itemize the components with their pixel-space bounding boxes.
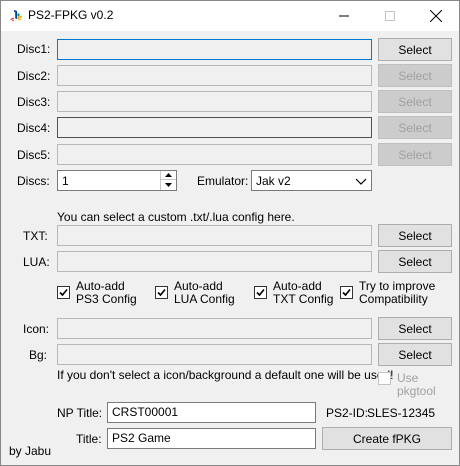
emulator-select[interactable]: Jak v2 — [251, 170, 372, 191]
discs-count-label: Discs: — [17, 174, 50, 188]
auto-add-lua-config-checkbox[interactable] — [155, 286, 168, 299]
stepper-down-button[interactable] — [161, 180, 176, 189]
auto-add-txt-config-line2: TXT Config — [273, 292, 334, 306]
close-button[interactable] — [413, 1, 459, 31]
maximize-icon — [385, 11, 395, 21]
title-field[interactable]: PS2 Game — [107, 428, 316, 449]
np-title-label: NP Title: — [57, 406, 103, 420]
icon-label: Icon: — [23, 322, 50, 336]
txt-label: TXT: — [23, 229, 48, 243]
improve-compatibility-line2: Compatibility — [359, 292, 428, 306]
disc5-label: Disc5: — [17, 148, 51, 162]
disc1-select-button[interactable]: Select — [378, 38, 452, 61]
ps2-id-label: PS2-ID: — [326, 406, 369, 420]
checkmark-icon — [256, 288, 265, 297]
icon-select-button[interactable]: Select — [378, 317, 452, 340]
disc1-field[interactable] — [57, 39, 372, 60]
emulator-selected-value: Jak v2 — [256, 174, 291, 188]
create-fpkg-button[interactable]: Create fPKG — [322, 427, 452, 450]
stepper-up-button[interactable] — [161, 171, 176, 180]
ps2-id-value: SLES-12345 — [367, 406, 436, 420]
auto-add-ps3-config-checkbox[interactable] — [57, 286, 70, 299]
auto-add-lua-config-line2: LUA Config — [174, 292, 235, 306]
playstation-logo-icon — [10, 10, 22, 22]
auto-add-ps3-config-label: Auto-add PS3 Config — [76, 280, 137, 306]
app-window: PS2-FPKG v0.2 Disc1: Select Disc2: Selec… — [0, 0, 460, 466]
bg-label: Bg: — [29, 348, 48, 362]
maximize-button[interactable] — [367, 1, 413, 31]
caret-down-icon — [165, 182, 172, 187]
main-form: Disc1: Select Disc2: Select Disc3: Selec… — [1, 31, 459, 465]
title-label: Title: — [76, 432, 102, 446]
icon-path-field[interactable] — [57, 318, 372, 339]
bg-select-button[interactable]: Select — [378, 343, 452, 366]
lua-select-button[interactable]: Select — [378, 250, 452, 273]
txt-config-field[interactable] — [57, 225, 372, 246]
discs-count-stepper[interactable]: 1 — [57, 170, 177, 191]
disc4-label: Disc4: — [17, 121, 51, 135]
disc2-field[interactable] — [57, 65, 372, 86]
checkmark-icon — [157, 288, 166, 297]
title-bar[interactable]: PS2-FPKG v0.2 — [1, 1, 459, 31]
auto-add-txt-config-checkbox[interactable] — [254, 286, 267, 299]
lua-config-field[interactable] — [57, 251, 372, 272]
use-pkgtool-checkbox[interactable] — [378, 372, 391, 385]
disc4-select-button[interactable]: Select — [378, 116, 452, 139]
auto-add-ps3-config-line2: PS3 Config — [76, 292, 137, 306]
txt-select-button[interactable]: Select — [378, 224, 452, 247]
np-title-field[interactable]: CRST00001 — [107, 402, 316, 423]
close-icon — [430, 10, 442, 22]
stepper-buttons — [160, 171, 176, 190]
disc5-select-button[interactable]: Select — [378, 143, 452, 166]
disc1-label: Disc1: — [17, 42, 51, 56]
disc2-select-button[interactable]: Select — [378, 64, 452, 87]
bg-path-field[interactable] — [57, 344, 372, 365]
improve-compatibility-label: Try to improve Compatibility — [359, 280, 435, 306]
checkmark-icon — [59, 288, 68, 297]
minimize-icon — [339, 15, 349, 17]
auto-add-lua-config-label: Auto-add LUA Config — [174, 280, 235, 306]
author-credit: by Jabu — [9, 444, 52, 458]
disc2-label: Disc2: — [17, 69, 51, 83]
disc3-field[interactable] — [57, 91, 372, 112]
disc4-field[interactable] — [57, 117, 372, 138]
disc5-field[interactable] — [57, 144, 372, 165]
caret-up-icon — [165, 173, 172, 177]
lua-label: LUA: — [23, 255, 50, 269]
default-image-hint-text: If you don't select a icon/background a … — [57, 368, 394, 382]
checkmark-icon — [342, 288, 351, 297]
disc3-label: Disc3: — [17, 95, 51, 109]
minimize-button[interactable] — [321, 1, 367, 31]
config-hint-text: You can select a custom .txt/.lua config… — [57, 210, 295, 224]
chevron-down-icon — [355, 178, 367, 185]
discs-count-value: 1 — [62, 174, 69, 188]
disc3-select-button[interactable]: Select — [378, 90, 452, 113]
emulator-label: Emulator: — [197, 174, 249, 188]
auto-add-txt-config-label: Auto-add TXT Config — [273, 280, 333, 306]
improve-compatibility-checkbox[interactable] — [340, 286, 353, 299]
use-pkgtool-label: Use pkgtool — [397, 371, 436, 398]
window-title: PS2-FPKG v0.2 — [28, 8, 114, 22]
